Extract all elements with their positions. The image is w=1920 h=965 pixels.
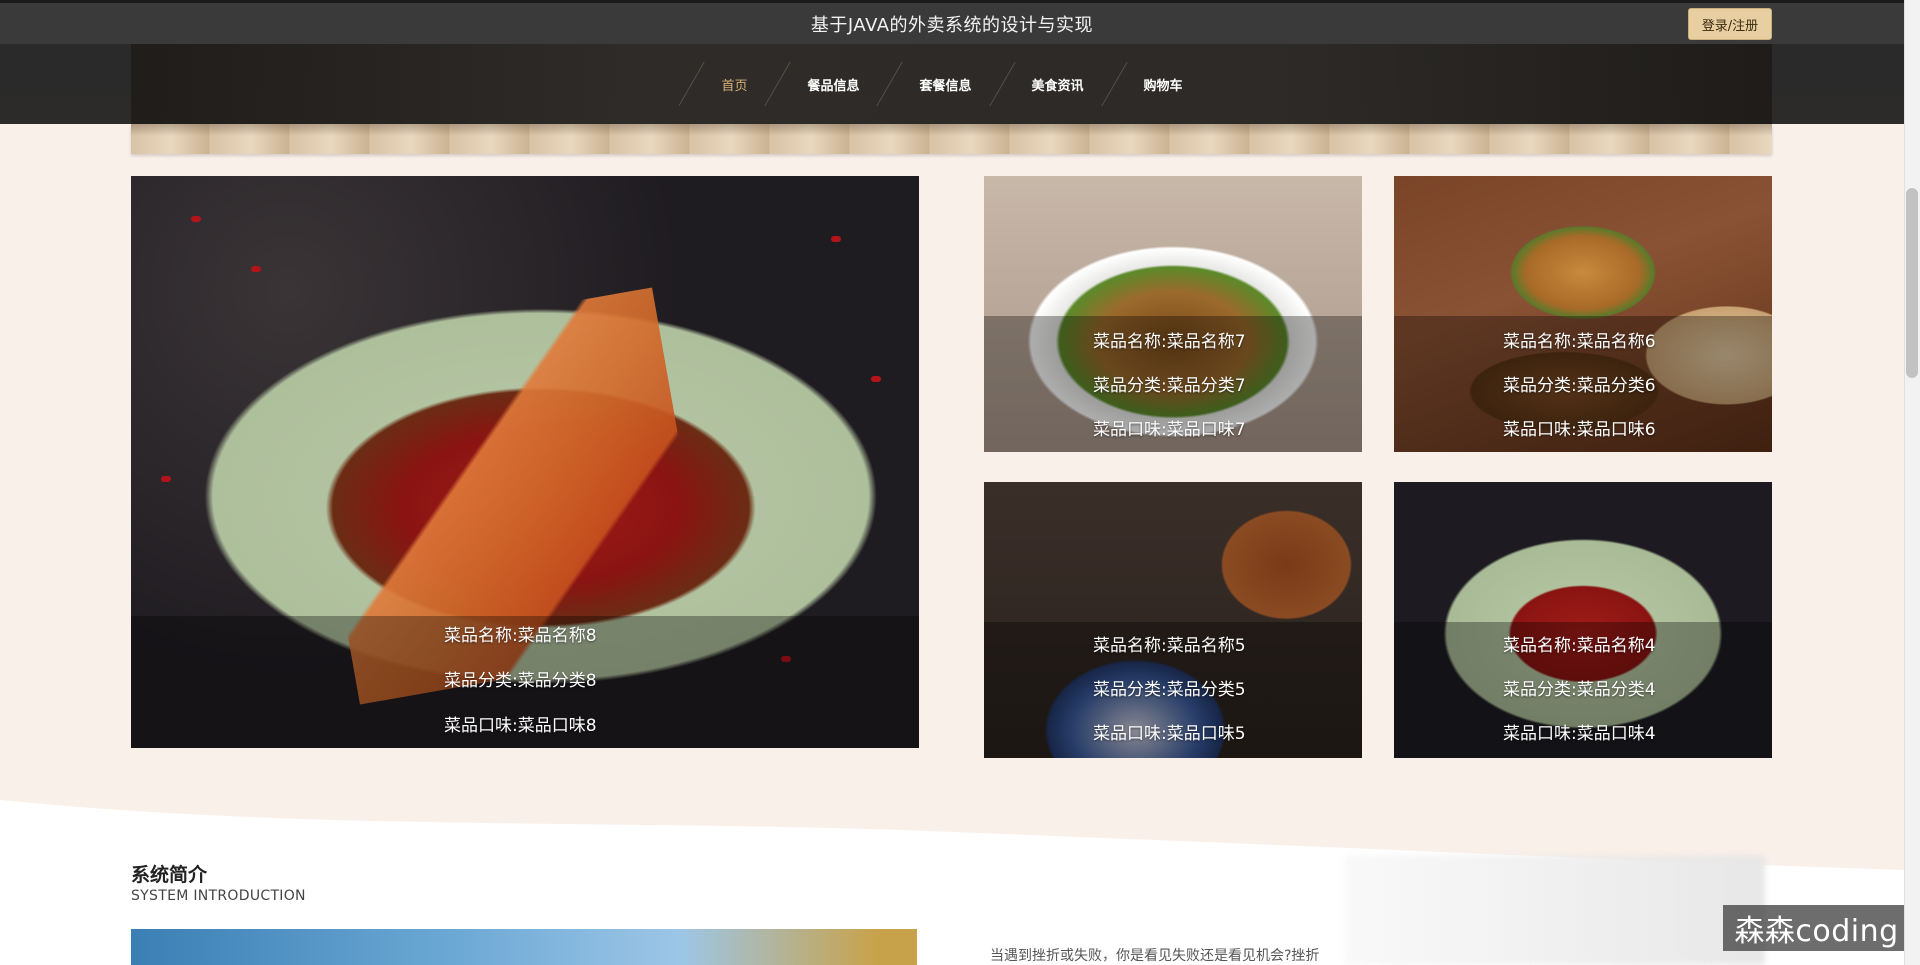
intro-text: 当遇到挫折或失败，你是看见失败还是看见机会?挫折 (990, 948, 1320, 964)
nav-item-cart[interactable]: 购物车 (1114, 44, 1213, 124)
chili-decoration (191, 216, 201, 222)
site-title: 基于JAVA的外卖系统的设计与实现 (810, 14, 1094, 36)
scrollbar[interactable] (1904, 0, 1920, 965)
nav-menu: 首页 餐品信息 套餐信息 美食资讯 购物车 (0, 44, 1904, 124)
nav-bar: 首页 餐品信息 套餐信息 美食资讯 购物车 (0, 44, 1904, 124)
chili-decoration (831, 236, 841, 242)
dish-flavor: 菜品口味:菜品口味4 (1503, 724, 1656, 744)
intro-title: 系统简介 (131, 864, 208, 886)
dish-category: 菜品分类:菜品分类5 (1093, 680, 1246, 700)
nav-item-combo-info[interactable]: 套餐信息 (889, 44, 1001, 124)
intro-image (131, 929, 917, 965)
dish-flavor: 菜品口味:菜品口味6 (1503, 420, 1656, 440)
dish-flavor: 菜品口味:菜品口味7 (1093, 420, 1246, 440)
dish-card-4[interactable]: 菜品名称:菜品名称4 菜品分类:菜品分类4 菜品口味:菜品口味4 (1394, 482, 1772, 758)
intro-subtitle: SYSTEM INTRODUCTION (131, 888, 306, 904)
dish-card-5[interactable]: 菜品名称:菜品名称5 菜品分类:菜品分类5 菜品口味:菜品口味5 (984, 482, 1362, 758)
dish-category: 菜品分类:菜品分类7 (1093, 376, 1246, 396)
dish-card-8[interactable]: 菜品名称:菜品名称8 菜品分类:菜品分类8 菜品口味:菜品口味8 (131, 176, 919, 748)
dish-name: 菜品名称:菜品名称8 (444, 626, 597, 646)
dish-name: 菜品名称:菜品名称4 (1503, 636, 1656, 656)
banner-wood-strip (131, 124, 1772, 154)
chili-decoration (161, 476, 171, 482)
dish-flavor: 菜品口味:菜品口味8 (444, 716, 597, 736)
dish-category: 菜品分类:菜品分类8 (444, 671, 597, 691)
nav-item-home[interactable]: 首页 (691, 44, 777, 124)
nav-item-food-news[interactable]: 美食资讯 (1002, 44, 1114, 124)
nav-item-dish-info[interactable]: 餐品信息 (777, 44, 889, 124)
dish-name: 菜品名称:菜品名称5 (1093, 636, 1246, 656)
top-bar: 基于JAVA的外卖系统的设计与实现 登录/注册 (0, 0, 1904, 44)
dish-card-7[interactable]: 菜品名称:菜品名称7 菜品分类:菜品分类7 菜品口味:菜品口味7 (984, 176, 1362, 452)
blurred-area (1345, 855, 1765, 965)
chili-decoration (251, 266, 261, 272)
scrollbar-thumb[interactable] (1906, 188, 1918, 378)
watermark: 森森coding (1723, 905, 1910, 951)
login-register-button[interactable]: 登录/注册 (1688, 8, 1772, 40)
dish-category: 菜品分类:菜品分类4 (1503, 680, 1656, 700)
dish-name: 菜品名称:菜品名称6 (1503, 332, 1656, 352)
dish-name: 菜品名称:菜品名称7 (1093, 332, 1246, 352)
dish-card-6[interactable]: 菜品名称:菜品名称6 菜品分类:菜品分类6 菜品口味:菜品口味6 (1394, 176, 1772, 452)
dish-category: 菜品分类:菜品分类6 (1503, 376, 1656, 396)
chili-decoration (871, 376, 881, 382)
dish-flavor: 菜品口味:菜品口味5 (1093, 724, 1246, 744)
